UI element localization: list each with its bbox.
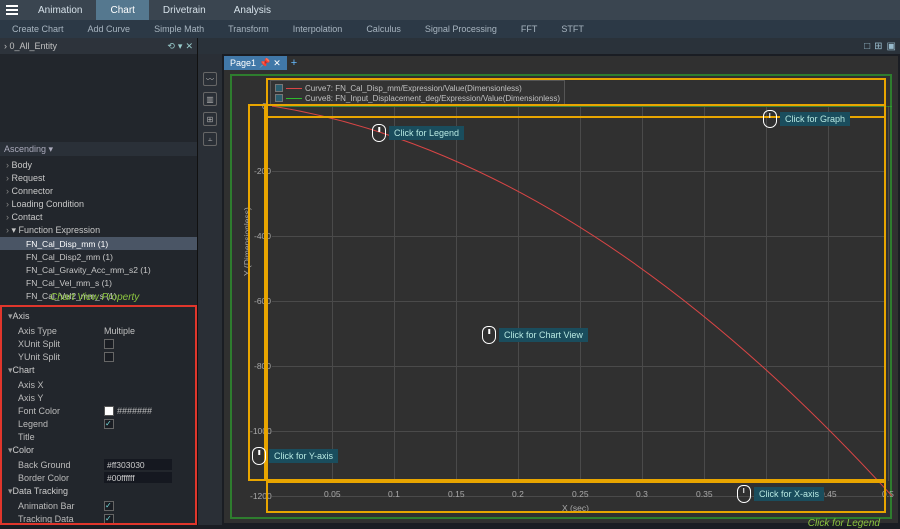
lbl-xunit: XUnit Split <box>18 339 104 349</box>
lbl-yunit: YUnit Split <box>18 352 104 362</box>
sec-axis[interactable]: Axis <box>4 309 193 324</box>
lbl-fontcolor: Font Color <box>18 406 104 416</box>
lbl-title: Title <box>18 432 104 442</box>
add-page[interactable]: + <box>287 57 301 69</box>
lbl-axis-type: Axis Type <box>18 326 104 336</box>
tree-connector[interactable]: Connector <box>0 184 197 197</box>
sec-chart[interactable]: Chart <box>4 363 193 378</box>
bar-icon[interactable]: ▥ <box>203 92 217 106</box>
property-panel: Axis Axis TypeMultiple XUnit Split YUnit… <box>0 305 197 525</box>
tool-create-chart[interactable]: Create Chart <box>4 24 72 34</box>
tag-legend: Click for Legend <box>389 126 464 140</box>
tag-yaxis: Click for Y-axis <box>269 449 338 463</box>
tool-simple-math[interactable]: Simple Math <box>146 24 212 34</box>
tab-drivetrain[interactable]: Drivetrain <box>149 0 220 20</box>
chart-type-icon[interactable]: 〰 <box>203 72 217 86</box>
lbl-bg: Back Ground <box>18 460 104 470</box>
lbl-axisy: Axis Y <box>18 393 104 403</box>
tag-graph: Click for Graph <box>780 112 850 126</box>
tab-analysis[interactable]: Analysis <box>220 0 285 20</box>
yaxis-click-zone[interactable] <box>248 104 266 481</box>
tool-transform[interactable]: Transform <box>220 24 277 34</box>
toolbar-right-icon[interactable]: ▣ <box>887 41 896 52</box>
inp-bg[interactable] <box>104 459 172 470</box>
val-fontcolor: ####### <box>117 406 152 416</box>
tool-fft[interactable]: FFT <box>513 24 546 34</box>
swatch-font[interactable] <box>104 406 114 416</box>
chk-animbar[interactable] <box>104 501 114 511</box>
menu-hamburger[interactable] <box>0 0 24 20</box>
chk-xunit[interactable] <box>104 339 114 349</box>
entity-tree: Body Request Connector Loading Condition… <box>0 156 197 306</box>
lbl-border: Border Color <box>18 473 104 483</box>
tab-chart[interactable]: Chart <box>96 0 148 20</box>
sec-color[interactable]: Color <box>4 443 193 458</box>
sec-tracking[interactable]: Data Tracking <box>4 484 193 499</box>
tool-add-curve[interactable]: Add Curve <box>80 24 139 34</box>
tab-animation[interactable]: Animation <box>24 0 96 20</box>
mouse-icon <box>763 110 777 128</box>
expand-icon[interactable]: ▾ <box>178 41 183 52</box>
chartview-click-zone[interactable] <box>266 104 886 481</box>
tree-item[interactable]: FN_Cal_Vel_mm_s (1) <box>0 276 197 289</box>
grid-icon[interactable]: ⫠ <box>203 132 217 146</box>
main-tabs: Animation Chart Drivetrain Analysis <box>24 0 285 20</box>
tool-signal-processing[interactable]: Signal Processing <box>417 24 505 34</box>
prop-panel-title: Chart View Property <box>50 292 139 303</box>
lbl-axisx: Axis X <box>18 380 104 390</box>
tree-fnexpr[interactable]: ▾ Function Expression <box>0 223 197 237</box>
mouse-icon <box>737 485 751 503</box>
lbl-animbar: Animation Bar <box>18 501 104 511</box>
close-tab-icon[interactable]: ✕ <box>273 58 281 69</box>
tool-interpolation[interactable]: Interpolation <box>285 24 351 34</box>
lbl-legend-footer: Click for Legend <box>808 518 880 529</box>
tag-chartview: Click for Chart View <box>499 328 588 342</box>
pin-icon[interactable]: 📌 <box>259 58 270 69</box>
page-tab[interactable]: Page1 📌✕ <box>224 56 287 70</box>
toolbar-right-icon[interactable]: ⊞ <box>874 41 882 52</box>
tree-item[interactable]: FN_Cal_Disp_mm (1) <box>0 237 197 250</box>
mouse-icon <box>372 124 386 142</box>
tree-contact[interactable]: Contact <box>0 210 197 223</box>
lbl-trackdata: Tracking Data <box>18 514 104 524</box>
sort-dropdown[interactable]: Ascending ▾ <box>4 144 53 155</box>
tree-loading[interactable]: Loading Condition <box>0 197 197 210</box>
axis-icon[interactable]: ⊞ <box>203 112 217 126</box>
mouse-icon <box>482 326 496 344</box>
chk-legend[interactable] <box>104 419 114 429</box>
close-panel-icon[interactable]: ✕ <box>185 41 193 52</box>
chk-yunit[interactable] <box>104 352 114 362</box>
graph-area[interactable]: Y (Dimensionless) X (sec) 0 -200 -400 -6… <box>230 74 892 519</box>
lbl-legend: Legend <box>18 419 104 429</box>
tag-xaxis: Click for X-axis <box>754 487 824 501</box>
entity-label: › 0_All_Entity <box>4 41 57 51</box>
tool-stft[interactable]: STFT <box>553 24 592 34</box>
tree-item[interactable]: FN_Cal_Gravity_Acc_mm_s2 (1) <box>0 263 197 276</box>
refresh-icon[interactable]: ⟲ <box>167 41 175 52</box>
tree-request[interactable]: Request <box>0 171 197 184</box>
entity-blank-area <box>0 54 197 142</box>
val-axis-type[interactable]: Multiple <box>104 326 135 336</box>
tool-calculus[interactable]: Calculus <box>358 24 409 34</box>
chk-trackdata[interactable] <box>104 514 114 524</box>
tree-item[interactable]: FN_Cal_Disp2_mm (1) <box>0 250 197 263</box>
inp-border[interactable] <box>104 472 172 483</box>
toolbar-right-icon[interactable]: □ <box>864 41 870 52</box>
tree-body[interactable]: Body <box>0 158 197 171</box>
chart-toolbar: Create Chart Add Curve Simple Math Trans… <box>0 20 900 38</box>
mouse-icon <box>252 447 266 465</box>
